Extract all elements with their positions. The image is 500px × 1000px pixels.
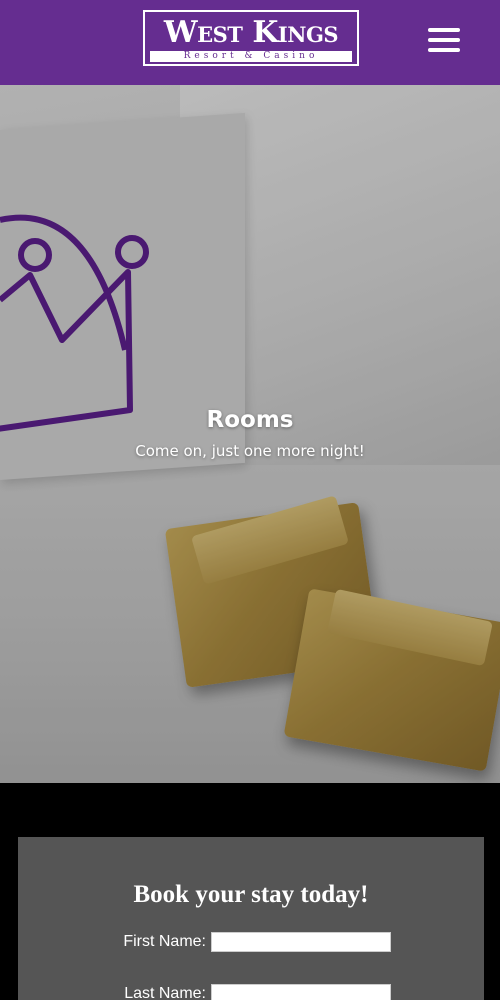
logo-title: West Kings	[163, 15, 339, 50]
hero-banner: Rooms Come on, just one more night!	[0, 85, 500, 783]
hero-title: Rooms	[206, 407, 294, 433]
first-name-input[interactable]	[211, 932, 391, 952]
first-name-row: First Name:	[18, 931, 484, 953]
logo-subtitle: Resort & Casino	[150, 51, 352, 62]
last-name-label: Last Name:	[124, 985, 206, 1000]
last-name-row: Last Name:	[18, 983, 484, 1000]
menu-bar-top	[428, 28, 460, 32]
menu-bar-bottom	[428, 48, 460, 52]
hero-subtitle: Come on, just one more night!	[135, 442, 365, 460]
hero-overlay	[0, 85, 500, 783]
last-name-input[interactable]	[211, 984, 391, 1000]
west-kings-logo[interactable]: West Kings Resort & Casino	[143, 10, 359, 66]
first-name-label: First Name:	[123, 933, 206, 950]
menu-bar-middle	[428, 38, 460, 42]
booking-form: Book your stay today! First Name: Last N…	[18, 837, 484, 1000]
booking-title: Book your stay today!	[133, 881, 369, 908]
site-header: West Kings Resort & Casino	[0, 0, 500, 85]
hamburger-menu-icon[interactable]	[428, 26, 460, 54]
